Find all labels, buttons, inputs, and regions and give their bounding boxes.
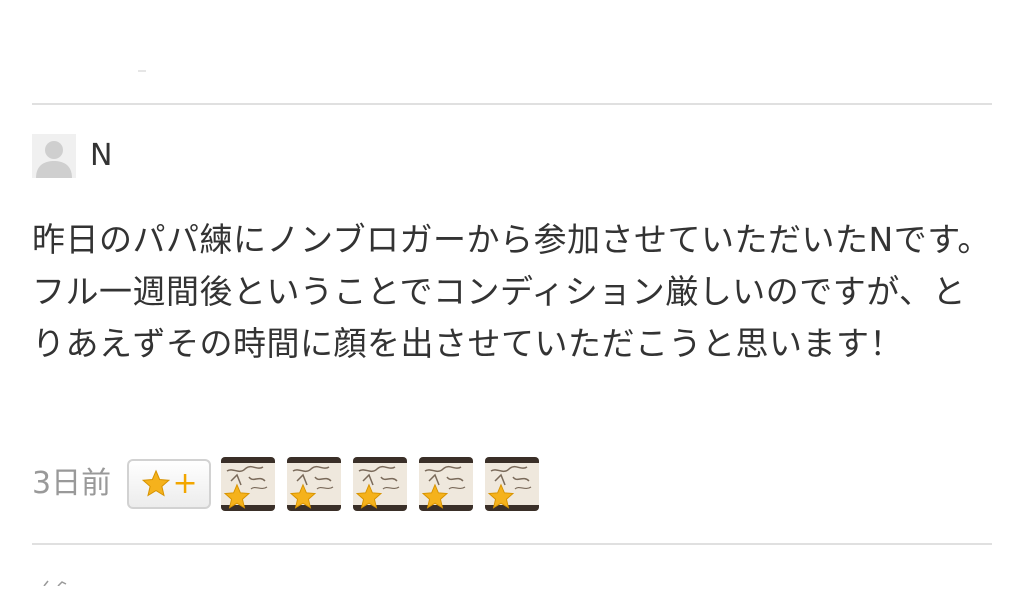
star-icon [487,483,515,509]
star-icon [289,483,317,509]
star-user-thumbnail[interactable] [287,457,342,511]
add-star-button[interactable]: + [127,459,212,509]
star-icon [223,483,251,509]
next-comment-peek [40,571,80,587]
top-edge-fragment [138,70,146,72]
star-icon [141,469,170,497]
comment-divider-top [32,103,992,105]
star-list [221,457,551,511]
default-user-icon [32,134,76,178]
comment-header: N [32,133,112,179]
comment-divider-bottom [32,543,992,545]
star-user-thumbnail[interactable] [419,457,474,511]
comment-timestamp: 3日前 [32,466,112,501]
avatar[interactable] [32,134,76,178]
comment-username[interactable]: N [90,141,112,171]
star-user-thumbnail[interactable] [485,457,540,511]
comment-body: 昨日のパパ練にノンブロガーから参加させていただいたNです。フル一週間後ということ… [32,220,991,363]
add-star-plus: + [172,466,198,501]
star-user-thumbnail[interactable] [221,457,276,511]
star-icon [355,483,383,509]
star-user-thumbnail[interactable] [353,457,408,511]
star-icon [421,483,449,509]
comment-footer: 3日前 + [32,456,551,512]
